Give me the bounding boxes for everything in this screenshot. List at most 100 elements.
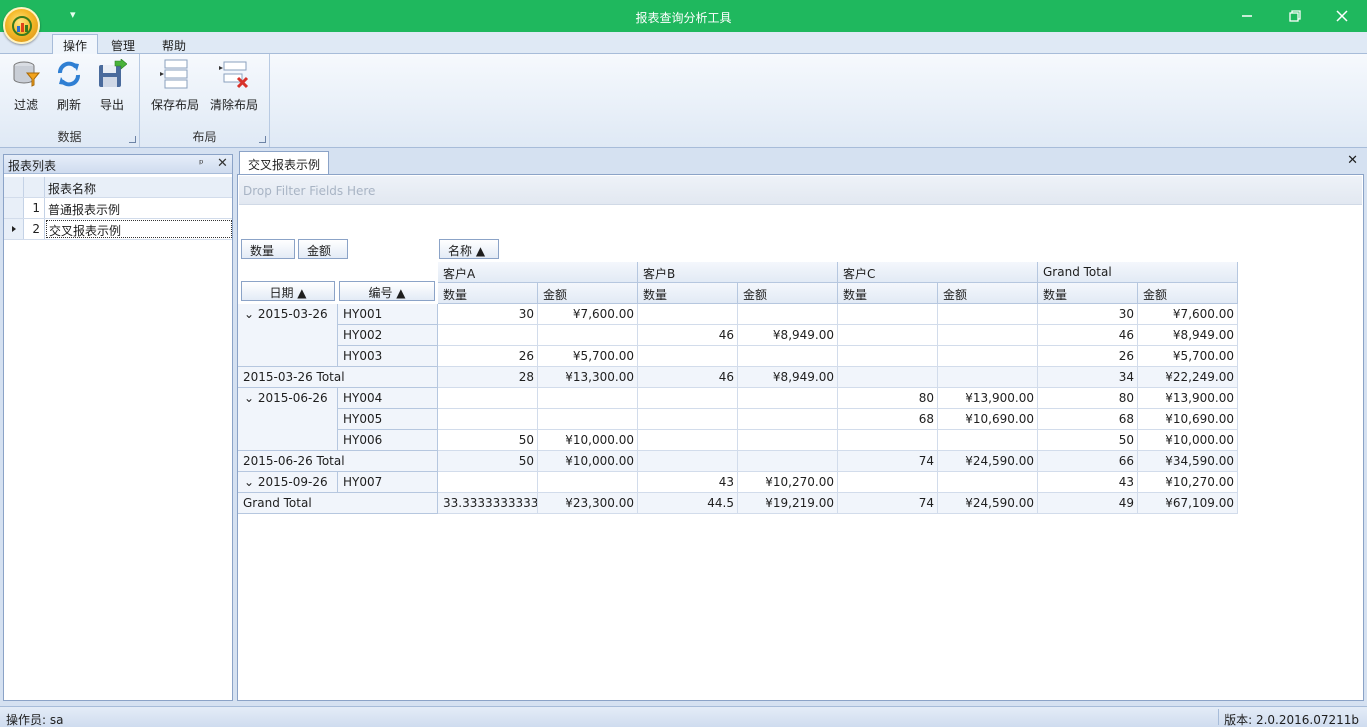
current-row-indicator bbox=[4, 219, 24, 239]
column-header-customer[interactable]: 客户C bbox=[838, 262, 1038, 283]
data-cell bbox=[938, 304, 1038, 325]
total-cell: ¥19,219.00 bbox=[738, 493, 838, 514]
row-field-date[interactable]: 日期 ▲ bbox=[241, 281, 335, 301]
column-header-measure[interactable]: 金额 bbox=[1138, 283, 1238, 304]
refresh-button[interactable]: 刷新 bbox=[51, 58, 87, 120]
row-header-code[interactable]: HY005 bbox=[338, 409, 438, 430]
data-cell: ¥10,000.00 bbox=[538, 430, 638, 451]
minimize-icon bbox=[1242, 15, 1252, 17]
group-launcher-data[interactable] bbox=[129, 136, 136, 143]
row-header-date[interactable]: ⌄ 2015-09-26 bbox=[238, 472, 338, 493]
list-item[interactable]: 2 交叉报表示例 bbox=[4, 219, 232, 240]
data-cell: ¥5,700.00 bbox=[1138, 346, 1238, 367]
data-cell: 30 bbox=[1038, 304, 1138, 325]
row-header-code[interactable]: HY006 bbox=[338, 430, 438, 451]
row-number-header bbox=[24, 177, 45, 197]
data-cell bbox=[538, 325, 638, 346]
data-cell: 50 bbox=[438, 430, 538, 451]
row-header-code[interactable]: HY001 bbox=[338, 304, 438, 325]
column-header-customer[interactable]: 客户A bbox=[438, 262, 638, 283]
report-list-title: 报表列表 bbox=[8, 159, 57, 173]
column-header-measure[interactable]: 数量 bbox=[638, 283, 738, 304]
row-header-code[interactable]: HY003 bbox=[338, 346, 438, 367]
total-cell: ¥22,249.00 bbox=[1138, 367, 1238, 388]
total-cell: ¥23,300.00 bbox=[538, 493, 638, 514]
report-name[interactable]: 交叉报表示例 bbox=[46, 220, 232, 238]
total-cell bbox=[738, 451, 838, 472]
row-header-code[interactable]: HY007 bbox=[338, 472, 438, 493]
column-header-customer[interactable]: 客户B bbox=[638, 262, 838, 283]
column-header-measure[interactable]: 金额 bbox=[738, 283, 838, 304]
column-field-name[interactable]: 名称 ▲ bbox=[439, 239, 499, 259]
export-button[interactable]: 导出 bbox=[94, 58, 130, 120]
pivot-grid: Drop Filter Fields Here 数量 金额 名称 ▲ 日期 ▲ 编号 ▲… bbox=[237, 174, 1364, 701]
export-button-label: 导出 bbox=[99, 98, 124, 112]
data-cell bbox=[738, 388, 838, 409]
total-cell: 50 bbox=[438, 451, 538, 472]
total-cell: ¥8,949.00 bbox=[738, 367, 838, 388]
data-cell bbox=[838, 346, 938, 367]
data-cell bbox=[538, 409, 638, 430]
total-cell: 49 bbox=[1038, 493, 1138, 514]
close-icon bbox=[1336, 10, 1348, 22]
column-header-measure[interactable]: 数量 bbox=[1038, 283, 1138, 304]
data-cell: ¥10,270.00 bbox=[1138, 472, 1238, 493]
data-cell bbox=[838, 430, 938, 451]
close-button[interactable] bbox=[1319, 0, 1365, 32]
column-header-measure[interactable]: 数量 bbox=[438, 283, 538, 304]
pin-icon[interactable]: ᵖ bbox=[199, 157, 204, 170]
row-header-date[interactable]: ⌄ 2015-06-26 bbox=[238, 388, 338, 451]
data-cell: ¥10,270.00 bbox=[738, 472, 838, 493]
group-launcher-layout[interactable] bbox=[259, 136, 266, 143]
ribbon-group-data-label: 数据 bbox=[57, 130, 82, 144]
minimize-button[interactable] bbox=[1224, 0, 1270, 32]
data-cell bbox=[438, 388, 538, 409]
total-cell: 74 bbox=[838, 451, 938, 472]
data-cell bbox=[838, 472, 938, 493]
save-layout-label: 保存布局 bbox=[150, 98, 199, 112]
tab-cross-report[interactable]: 交叉报表示例 bbox=[239, 151, 330, 174]
panel-close-icon[interactable]: ✕ bbox=[217, 156, 228, 171]
data-cell: 80 bbox=[838, 388, 938, 409]
document-close-icon[interactable]: ✕ bbox=[1347, 153, 1358, 168]
list-item[interactable]: 1 普通报表示例 bbox=[4, 198, 232, 219]
data-cell: 68 bbox=[838, 409, 938, 430]
column-header-measure[interactable]: 金额 bbox=[538, 283, 638, 304]
tab-manage[interactable]: 管理 bbox=[101, 35, 145, 55]
column-report-name[interactable]: 报表名称 bbox=[48, 180, 96, 197]
data-cell: ¥13,900.00 bbox=[1138, 388, 1238, 409]
save-layout-button[interactable]: 保存布局 bbox=[150, 58, 200, 120]
column-header-customer[interactable]: Grand Total bbox=[1038, 262, 1238, 283]
clear-layout-button[interactable]: 清除布局 bbox=[209, 58, 259, 120]
row-header-code[interactable]: HY002 bbox=[338, 325, 438, 346]
total-cell bbox=[938, 367, 1038, 388]
data-cell: ¥5,700.00 bbox=[538, 346, 638, 367]
window-title: 报表查询分析工具 bbox=[635, 11, 732, 25]
data-field-quantity[interactable]: 数量 bbox=[241, 239, 295, 259]
restore-button[interactable] bbox=[1272, 0, 1318, 32]
data-field-amount[interactable]: 金额 bbox=[298, 239, 348, 259]
total-cell: 66 bbox=[1038, 451, 1138, 472]
data-cell: 80 bbox=[1038, 388, 1138, 409]
data-cell: 50 bbox=[1038, 430, 1138, 451]
filter-drop-area[interactable]: Drop Filter Fields Here bbox=[239, 176, 1362, 205]
filter-button[interactable]: 过滤 bbox=[8, 58, 44, 120]
clear-layout-label: 清除布局 bbox=[209, 98, 258, 112]
total-cell: ¥10,000.00 bbox=[538, 451, 638, 472]
row-field-code[interactable]: 编号 ▲ bbox=[339, 281, 435, 301]
report-list-header: 报表列表 ᵖ ✕ bbox=[4, 155, 232, 174]
tab-help[interactable]: 帮助 bbox=[152, 35, 196, 55]
tab-operate[interactable]: 操作 bbox=[52, 34, 99, 55]
data-cell: 30 bbox=[438, 304, 538, 325]
row-header-date[interactable]: ⌄ 2015-03-26 bbox=[238, 304, 338, 367]
row-number: 2 bbox=[24, 219, 45, 239]
data-cell bbox=[638, 409, 738, 430]
application-menu-button[interactable] bbox=[3, 7, 40, 44]
data-cell bbox=[438, 409, 538, 430]
row-header-code[interactable]: HY004 bbox=[338, 388, 438, 409]
column-header-measure[interactable]: 金额 bbox=[938, 283, 1038, 304]
report-name[interactable]: 普通报表示例 bbox=[48, 201, 120, 218]
ribbon-group-data: 过滤 刷新 导出 数据 bbox=[0, 54, 140, 147]
column-header-measure[interactable]: 数量 bbox=[838, 283, 938, 304]
refresh-icon bbox=[53, 58, 85, 90]
